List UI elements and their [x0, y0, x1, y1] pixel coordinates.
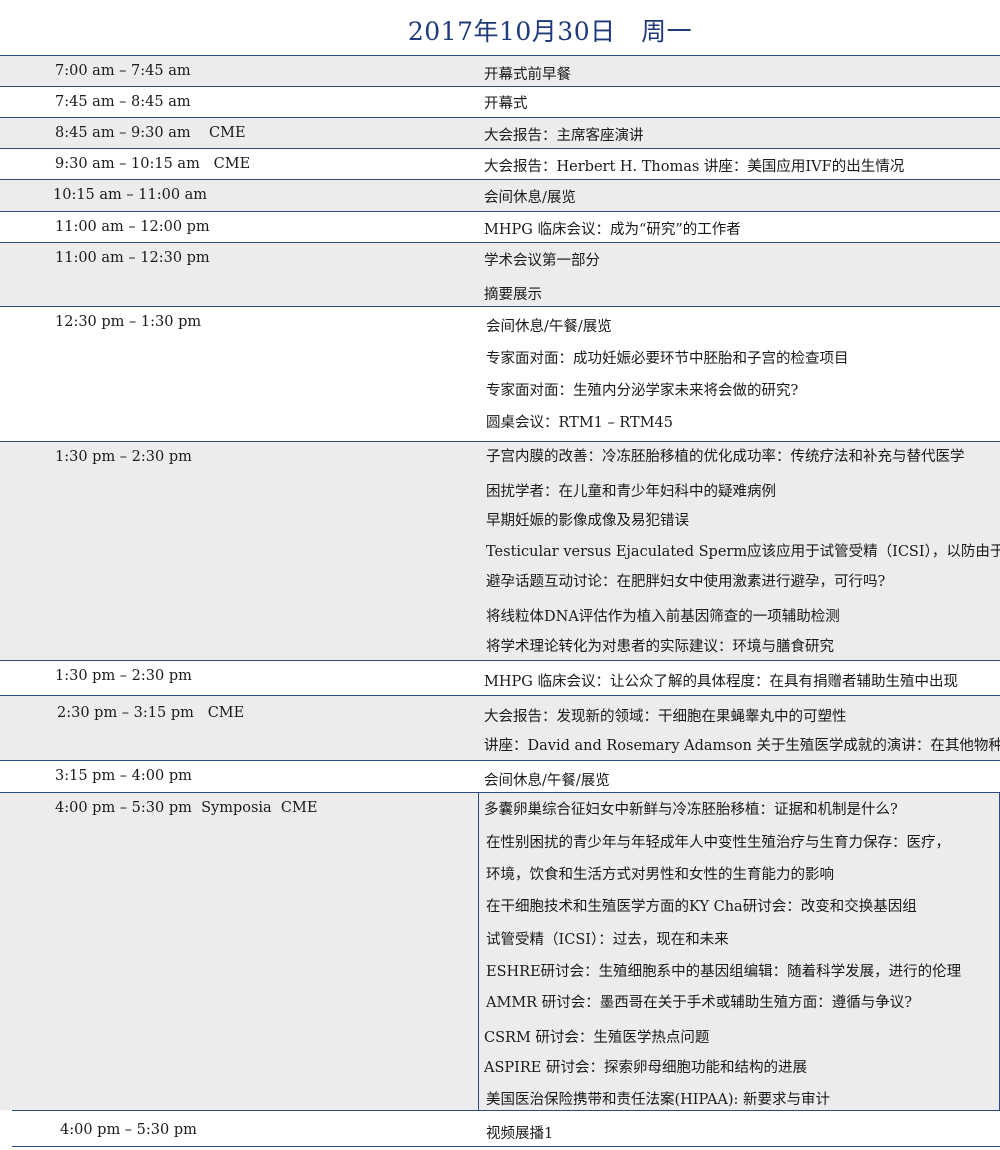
row-time: 4:00 pm – 5:30 pm	[60, 1122, 197, 1138]
schedule-row: 9:30 am – 10:15 am CME 大会报告：Herbert H. T…	[0, 148, 1000, 179]
row-time: 8:45 am – 9:30 am CME	[55, 125, 246, 141]
row-time: 9:30 am – 10:15 am CME	[55, 156, 251, 172]
row-time: 11:00 am – 12:30 pm	[55, 250, 210, 266]
schedule-row: 7:00 am – 7:45 am 开幕式前早餐	[0, 55, 1000, 86]
schedule-row: 11:00 am – 12:30 pm 学术会议第一部分 摘要展示	[0, 242, 1000, 306]
session-item: 试管受精（ICSI）：过去，现在和未来	[486, 932, 729, 948]
row-time: 3:15 pm – 4:00 pm	[55, 768, 192, 784]
row-time: 1:30 pm – 2:30 pm	[55, 668, 192, 684]
row-time: 4:00 pm – 5:30 pm Symposia CME	[55, 800, 318, 816]
session-item: 会间休息/午餐/展览	[486, 319, 612, 335]
session-item: 在性别困扰的青少年与年轻成年人中变性生殖治疗与生育力保存：医疗，	[486, 835, 950, 851]
session-item: 在干细胞技术和生殖医学方面的KY Cha研讨会：改变和交换基因组	[486, 899, 917, 915]
session-item: 多囊卵巢综合征妇女中新鲜与冷冻胚胎移植：证据和机制是什么?	[484, 802, 898, 818]
schedule-row: 1:30 pm – 2:30 pm 子宫内膜的改善：冷冻胚胎移植的优化成功率：传…	[0, 441, 1000, 660]
session-item: 讲座：David and Rosemary Adamson 关于生殖医学成就的演…	[484, 738, 1000, 754]
schedule-row: 8:45 am – 9:30 am CME 大会报告：主席客座演讲	[0, 117, 1000, 148]
session-item: 会间休息/午餐/展览	[484, 773, 610, 789]
row-time: 10:15 am – 11:00 am	[53, 187, 208, 203]
session-item: 圆桌会议：RTM1 – RTM45	[486, 415, 674, 431]
session-item: AMMR 研讨会：墨西哥在关于手术或辅助生殖方面：遵循与争议?	[486, 995, 912, 1011]
session-item: MHPG 临床会议：让公众了解的具体程度：在具有捐赠者辅助生殖中出现	[484, 674, 958, 690]
session-item: 美国医治保险携带和责任法案(HIPAA): 新要求与审计	[486, 1092, 831, 1108]
session-item: 专家面对面：成功妊娠必要环节中胚胎和子宫的检查项目	[486, 351, 849, 367]
row-time: 7:00 am – 7:45 am	[55, 63, 191, 79]
row-time: 1:30 pm – 2:30 pm	[55, 449, 192, 465]
session-item: Testicular versus Ejaculated Sperm应该应用于试…	[486, 544, 1000, 560]
session-item: 大会报告：发现新的领域：干细胞在果蝇睾丸中的可塑性	[484, 709, 847, 725]
schedule-row: 12:30 pm – 1:30 pm 会间休息/午餐/展览 专家面对面：成功妊娠…	[0, 306, 1000, 441]
session-item: ASPIRE 研讨会：探索卵母细胞功能和结构的进展	[484, 1060, 807, 1076]
session-item: 将线粒体DNA评估作为植入前基因筛查的一项辅助检测	[486, 609, 840, 625]
session-item: 避孕话题互动讨论：在肥胖妇女中使用激素进行避孕，可行吗?	[486, 574, 886, 590]
session-item: 视频展播1	[486, 1126, 554, 1142]
session-item: 大会报告：主席客座演讲	[484, 128, 644, 144]
page-title: 2017年10月30日 周一	[407, 17, 693, 46]
session-item: 学术会议第一部分	[484, 253, 600, 269]
session-item: 将学术理论转化为对患者的实际建议：环境与膳食研究	[486, 639, 834, 655]
session-item: 摘要展示	[484, 287, 542, 303]
schedule: 7:00 am – 7:45 am 开幕式前早餐 7:45 am – 8:45 …	[0, 55, 1000, 1147]
session-item: 专家面对面：生殖内分泌学家未来将会做的研究?	[486, 383, 799, 399]
session-item: 会间休息/展览	[484, 190, 576, 206]
schedule-row: 10:15 am – 11:00 am 会间休息/展览	[0, 179, 1000, 211]
session-item: MHPG 临床会议：成为“研究”的工作者	[484, 222, 741, 238]
row-time: 2:30 pm – 3:15 pm CME	[57, 705, 245, 721]
row-time: 11:00 am – 12:00 pm	[55, 219, 210, 235]
session-item: 困扰学者：在儿童和青少年妇科中的疑难病例	[486, 484, 776, 500]
schedule-row: 4:00 pm – 5:30 pm Symposia CME 多囊卵巢综合征妇女…	[0, 792, 1000, 1110]
session-item: 早期妊娠的影像成像及易犯错误	[486, 513, 689, 529]
row-time: 12:30 pm – 1:30 pm	[55, 314, 202, 330]
schedule-row: 7:45 am – 8:45 am 开幕式	[0, 86, 1000, 117]
session-item: ESHRE研讨会：生殖细胞系中的基因组编辑：随着科学发展，进行的伦理	[486, 964, 962, 980]
session-item: CSRM 研讨会：生殖医学热点问题	[484, 1030, 710, 1046]
schedule-row: 11:00 am – 12:00 pm MHPG 临床会议：成为“研究”的工作者	[0, 211, 1000, 242]
session-item: 大会报告：Herbert H. Thomas 讲座：美国应用IVF的出生情况	[484, 159, 905, 175]
session-item: 子宫内膜的改善：冷冻胚胎移植的优化成功率：传统疗法和补充与替代医学	[486, 449, 965, 465]
row-time: 7:45 am – 8:45 am	[55, 94, 191, 110]
schedule-row: 1:30 pm – 2:30 pm MHPG 临床会议：让公众了解的具体程度：在…	[0, 660, 1000, 695]
session-item: 环境，饮食和生活方式对男性和女性的生育能力的影响	[486, 867, 834, 883]
session-item: 开幕式前早餐	[484, 67, 571, 83]
schedule-row: 4:00 pm – 5:30 pm 视频展播1	[12, 1110, 1000, 1147]
schedule-row: 3:15 pm – 4:00 pm 会间休息/午餐/展览	[0, 760, 1000, 792]
session-item: 开幕式	[484, 96, 528, 112]
schedule-row: 2:30 pm – 3:15 pm CME 大会报告：发现新的领域：干细胞在果蝇…	[0, 695, 1000, 760]
